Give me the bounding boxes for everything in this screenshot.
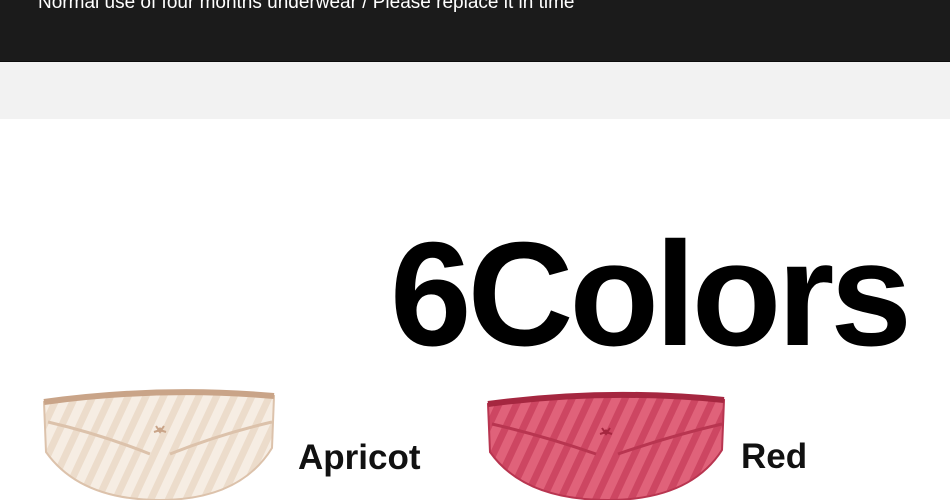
product-apricot[interactable]: Apricot [40,388,440,500]
banner-text: Normal use of four months underwear / Pl… [38,0,575,13]
apricot-underwear-image [42,389,276,500]
product-red[interactable]: Red [484,390,844,500]
divider-band [0,62,950,119]
color-label-apricot: Apricot [298,438,421,477]
headline-text: 6Colors [390,212,908,368]
top-banner: Normal use of four months underwear / Pl… [0,0,950,62]
headline-6colors: 6Colors [390,212,910,368]
red-underwear-image [486,391,726,500]
color-label-red: Red [741,437,808,476]
